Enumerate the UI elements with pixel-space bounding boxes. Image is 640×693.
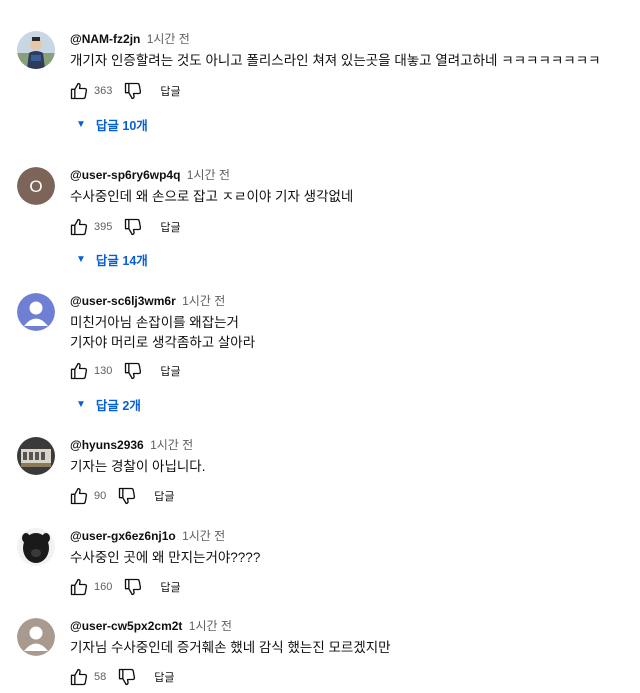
dislike-button[interactable] [122, 216, 144, 238]
comment-line: 기자님 수사중인데 증거훼손 했네 감식 했는진 모르겠지만 [70, 640, 391, 655]
avatar[interactable] [17, 618, 55, 656]
like-count: 58 [94, 671, 107, 683]
reply-button[interactable]: 답글 [160, 363, 180, 379]
avatar[interactable] [17, 528, 55, 566]
view-replies-button[interactable]: ▼ 답글 2개 [76, 394, 141, 414]
timestamp[interactable]: 1시간 전 [187, 168, 230, 182]
avatar[interactable]: O [17, 167, 55, 205]
like-button[interactable] [68, 80, 90, 102]
like-count: 130 [94, 365, 113, 377]
reply-button[interactable]: 답글 [160, 579, 180, 595]
author-name[interactable]: @NAM-fz2jn [70, 32, 140, 46]
author-name[interactable]: @user-cw5px2cm2t [70, 619, 182, 633]
dislike-button[interactable] [116, 666, 138, 688]
thumbs-down-icon [125, 218, 142, 236]
dislike-button[interactable] [122, 576, 144, 598]
like-count: 160 [94, 581, 113, 593]
comment-actions: 58 답글 [68, 666, 175, 688]
comment-actions: 160 답글 [68, 576, 181, 598]
comment-text: 미친거아님 손잡이를 왜잡는거 기자야 머리로 생각좀하고 살아라 [70, 313, 255, 353]
thumbs-up-icon [70, 218, 88, 236]
author-name[interactable]: @hyuns2936 [70, 438, 144, 452]
comment-line: 수사중인데 왜 손으로 잡고 ㅈㄹ이야 기자 생각없네 [70, 189, 354, 204]
thumbs-down-icon [125, 82, 142, 100]
thumbs-up-icon [70, 82, 88, 100]
dislike-button[interactable] [116, 485, 138, 507]
comment-header: @hyuns2936 1시간 전 [70, 437, 193, 453]
dislike-button[interactable] [122, 80, 144, 102]
comment-actions: 130 답글 [68, 360, 181, 382]
comment-text: 개기자 인증할려는 것도 아니고 폴리스라인 쳐져 있는곳을 대놓고 열려고하네… [70, 51, 601, 71]
reply-button[interactable]: 답글 [154, 488, 174, 504]
comment-header: @user-sc6lj3wm6r 1시간 전 [70, 293, 225, 309]
like-button[interactable] [68, 576, 90, 598]
view-replies-button[interactable]: ▼ 답글 10개 [76, 114, 148, 134]
comment-header: @user-gx6ez6nj1o 1시간 전 [70, 528, 225, 544]
like-count: 363 [94, 85, 113, 97]
comment-line: 기자는 경찰이 아닙니다. [70, 459, 206, 474]
thumbs-down-icon [119, 668, 136, 686]
reply-button[interactable]: 답글 [154, 669, 174, 685]
author-name[interactable]: @user-sp6ry6wp4q [70, 168, 180, 182]
timestamp[interactable]: 1시간 전 [150, 438, 193, 452]
comment-line: 기자야 머리로 생각좀하고 살아라 [70, 335, 256, 350]
comment-line: 개기자 인증할려는 것도 아니고 폴리스라인 쳐져 있는곳을 대놓고 열려고하네… [70, 53, 601, 68]
like-button[interactable] [68, 360, 90, 382]
thumbs-up-icon [70, 578, 88, 596]
author-name[interactable]: @user-sc6lj3wm6r [70, 294, 176, 308]
caret-down-icon: ▼ [76, 253, 86, 265]
thumbs-down-icon [125, 362, 142, 380]
timestamp[interactable]: 1시간 전 [189, 619, 232, 633]
avatar[interactable] [17, 437, 55, 475]
replies-count-label: 답글 10개 [95, 118, 148, 133]
like-button[interactable] [68, 485, 90, 507]
thumbs-down-icon [125, 578, 142, 596]
comment-header: @user-cw5px2cm2t 1시간 전 [70, 618, 232, 634]
thumbs-up-icon [70, 668, 88, 686]
author-name[interactable]: @user-gx6ez6nj1o [70, 529, 176, 543]
comment-text: 수사중인데 왜 손으로 잡고 ㅈㄹ이야 기자 생각없네 [70, 187, 353, 207]
timestamp[interactable]: 1시간 전 [182, 294, 225, 308]
replies-count-label: 답글 2개 [95, 398, 141, 413]
comment-header: @user-sp6ry6wp4q 1시간 전 [70, 167, 230, 183]
comment-actions: 90 답글 [68, 485, 175, 507]
timestamp[interactable]: 1시간 전 [182, 529, 225, 543]
timestamp[interactable]: 1시간 전 [147, 32, 190, 46]
comment-text: 수사중인 곳에 왜 만지는거야???? [70, 548, 260, 568]
like-button[interactable] [68, 216, 90, 238]
comment-actions: 363 답글 [68, 80, 181, 102]
thumbs-up-icon [70, 362, 88, 380]
caret-down-icon: ▼ [76, 398, 86, 410]
like-count: 90 [94, 490, 107, 502]
caret-down-icon: ▼ [76, 118, 86, 130]
like-count: 395 [94, 221, 113, 233]
comment-actions: 395 답글 [68, 216, 181, 238]
dislike-button[interactable] [122, 360, 144, 382]
thumbs-down-icon [119, 487, 136, 505]
comment-header: @NAM-fz2jn 1시간 전 [70, 31, 190, 47]
comment-line: 수사중인 곳에 왜 만지는거야???? [70, 550, 261, 565]
reply-button[interactable]: 답글 [160, 219, 180, 235]
comment-text: 기자는 경찰이 아닙니다. [70, 457, 205, 477]
thumbs-up-icon [70, 487, 88, 505]
view-replies-button[interactable]: ▼ 답글 14개 [76, 249, 148, 269]
avatar[interactable] [17, 293, 55, 331]
avatar[interactable] [17, 31, 55, 69]
reply-button[interactable]: 답글 [160, 83, 180, 99]
svg-text:O: O [29, 177, 42, 196]
comment-text: 기자님 수사중인데 증거훼손 했네 감식 했는진 모르겠지만 [70, 638, 391, 658]
comment-line: 미친거아님 손잡이를 왜잡는거 [70, 315, 239, 330]
replies-count-label: 답글 14개 [95, 253, 148, 268]
like-button[interactable] [68, 666, 90, 688]
